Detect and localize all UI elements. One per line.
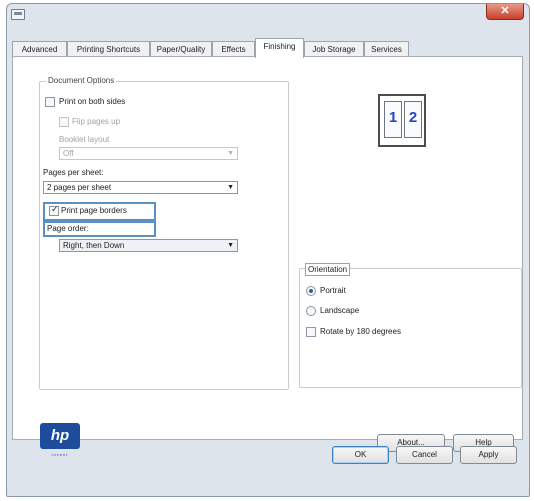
rotate-180-checkbox[interactable] (306, 327, 316, 337)
tab-printing-shortcuts[interactable]: Printing Shortcuts (67, 41, 150, 57)
tab-services[interactable]: Services (364, 41, 409, 57)
document-options-legend: Document Options (46, 76, 117, 85)
preview-page-one: 1 (384, 101, 402, 138)
booklet-layout-value: Off (63, 149, 74, 158)
chevron-down-icon: ▼ (227, 150, 234, 157)
cancel-button[interactable]: Cancel (396, 446, 453, 464)
page-order-dropdown[interactable]: Right, then Down ▼ (59, 239, 238, 252)
ok-button[interactable]: OK (332, 446, 389, 464)
orientation-legend: Orientation (305, 263, 351, 276)
portrait-label: Portrait (320, 286, 346, 295)
tab-effects[interactable]: Effects (212, 41, 255, 57)
preview-page-two: 2 (404, 101, 422, 138)
chevron-down-icon: ▼ (227, 242, 234, 249)
pages-per-sheet-value: 2 pages per sheet (47, 183, 112, 192)
landscape-radio[interactable] (306, 306, 316, 316)
tab-finishing[interactable]: Finishing (255, 38, 304, 58)
title-bar: ✕ (7, 4, 529, 30)
portrait-radio[interactable] (306, 286, 316, 296)
preview-page-two-number: 2 (408, 109, 418, 126)
close-button[interactable]: ✕ (486, 4, 524, 20)
flip-pages-up-checkbox[interactable] (59, 117, 69, 127)
finishing-panel: Document Options Print on both sides Fli… (12, 56, 523, 457)
booklet-layout-dropdown[interactable]: Off ▼ (59, 147, 238, 160)
booklet-layout-label: Booklet layout (59, 135, 110, 144)
printer-icon (11, 9, 25, 20)
tab-job-storage[interactable]: Job Storage (304, 41, 364, 57)
page-order-value: Right, then Down (63, 241, 125, 250)
print-both-sides-checkbox[interactable] (45, 97, 55, 107)
tab-paper-quality[interactable]: Paper/Quality (150, 41, 212, 57)
hp-logo: hp (40, 423, 80, 449)
preview-page-one-number: 1 (388, 109, 398, 126)
flip-pages-up-label: Flip pages up (72, 117, 121, 126)
pages-per-sheet-label: Pages per sheet: (43, 168, 104, 177)
landscape-label: Landscape (320, 306, 360, 315)
chevron-down-icon: ▼ (227, 184, 234, 191)
page-order-label: Page order: (47, 224, 89, 233)
hp-tagline: invent (51, 452, 69, 457)
rotate-180-label: Rotate by 180 degrees (320, 327, 401, 336)
printer-properties-window: ✕ Advanced Printing Shortcuts Paper/Qual… (6, 3, 530, 497)
page-preview: 1 2 (378, 94, 426, 147)
print-both-sides-label: Print on both sides (59, 97, 126, 106)
tab-advanced[interactable]: Advanced (12, 41, 67, 57)
print-page-borders-checkbox[interactable] (49, 204, 59, 216)
pages-per-sheet-dropdown[interactable]: 2 pages per sheet ▼ (43, 181, 238, 194)
print-page-borders-label: Print page borders (61, 206, 127, 215)
apply-button[interactable]: Apply (460, 446, 517, 464)
